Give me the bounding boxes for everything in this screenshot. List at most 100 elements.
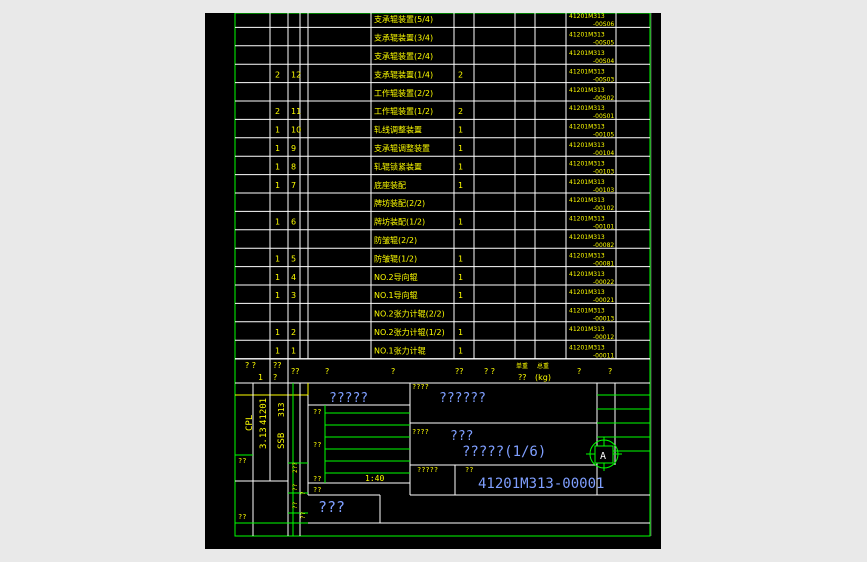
- bom-row-code-suffix: -00S05: [593, 40, 614, 47]
- title-mid-text: ???: [450, 429, 473, 444]
- ssb-label: SSB: [277, 433, 287, 449]
- bom-table: 支承辊装置(5/4) 41201M313-00S06支承辊装置(3/4) 41201…: [275, 13, 614, 359]
- bom-row-code-suffix: -00081: [593, 260, 614, 267]
- bom-row-qty2: 1: [458, 162, 463, 171]
- bom-row-code-suffix: -00021: [593, 297, 614, 304]
- revision-letter: A: [600, 451, 606, 462]
- bom-row-seq: 5: [291, 254, 296, 263]
- bom-row-qty: 1: [275, 181, 280, 190]
- project-sub-number: 313: [277, 402, 286, 417]
- cpl-label: CPL: [245, 415, 255, 431]
- bom-row-name: NO.1导向辊: [374, 290, 418, 300]
- header-col-4: ?: [325, 367, 329, 376]
- bom-row-code-suffix: -00S03: [593, 76, 614, 83]
- bom-row-code: 41201M313: [569, 308, 605, 315]
- bom-row-code: 41201M313: [569, 289, 605, 296]
- bom-row-code: 41201M313: [569, 32, 605, 39]
- bom-row-qty2: 1: [458, 126, 463, 135]
- bom-row-seq: 7: [291, 181, 296, 190]
- header-count: 1: [258, 373, 263, 382]
- header-total-weight-2: (kg): [535, 373, 551, 382]
- side-mark-1: ??: [238, 457, 246, 465]
- bom-row-qty: 1: [275, 273, 280, 282]
- bom-row-code: 41201M313: [569, 252, 605, 259]
- bom-row-name: NO.2张力计辊(1/2): [374, 327, 445, 337]
- bom-row-seq: 1: [291, 346, 296, 355]
- bom-row-name: 工作辊装置(1/2): [374, 106, 433, 116]
- header-total-weight: 总重: [537, 362, 549, 370]
- company-name: ???: [318, 498, 345, 516]
- bom-row-qty2: 1: [458, 291, 463, 300]
- header-col-7: ? ?: [484, 367, 495, 376]
- bom-row-name: 轧辊锁紧装置: [374, 161, 422, 171]
- bom-row-code-suffix: -00103: [593, 187, 614, 194]
- header-unit-weight: 单重: [516, 362, 528, 370]
- drawing-number: 41201M313-00001: [478, 476, 604, 492]
- header-mark-2: ?: [273, 373, 277, 382]
- bom-row-name: 牌坊装配(1/2): [374, 217, 425, 227]
- bom-row-code-suffix: -00101: [593, 224, 614, 231]
- sign-label-3: ??: [313, 475, 321, 483]
- bom-row-name: 支承辊装置(5/4): [374, 14, 433, 24]
- bom-row-qty: 1: [275, 144, 280, 153]
- bom-row-qty2: 2: [458, 70, 463, 79]
- bom-row-seq: 3: [291, 291, 296, 300]
- side-block: CPL 41201 313 3.13 SSB ?? ?? 2?? ?? ?? ?…: [238, 398, 307, 521]
- bom-row-code-suffix: -00022: [593, 279, 614, 286]
- bom-row-code: 41201M313: [569, 50, 605, 57]
- side-mark-2: ??: [238, 513, 246, 521]
- sign-label-2: ??: [313, 441, 321, 449]
- bom-row-code-suffix: -00105: [593, 132, 614, 139]
- bom-row-seq: 8: [291, 162, 296, 171]
- bom-row-seq: 10: [291, 126, 301, 135]
- bom-row-name: 支承辊装置(3/4): [374, 33, 433, 43]
- bom-row-name: 轧线调整装置: [374, 125, 422, 135]
- bom-row-code: 41201M313: [569, 142, 605, 149]
- bom-row-code-suffix: -00102: [593, 205, 614, 212]
- bom-row-seq: 9: [291, 144, 296, 153]
- bom-row-seq: 2: [291, 328, 296, 337]
- bom-row-qty2: 1: [458, 181, 463, 190]
- bom-row-qty2: 1: [458, 328, 463, 337]
- bom-row-qty2: 2: [458, 107, 463, 116]
- bom-row-qty2: 1: [458, 144, 463, 153]
- bom-row-code: 41201M313: [569, 326, 605, 333]
- bom-row-qty: 1: [275, 126, 280, 135]
- header-col-3: ??: [291, 367, 300, 376]
- side-small-mark-1: 2??: [292, 462, 299, 473]
- bom-row-code-suffix: -00011: [593, 352, 614, 359]
- bom-row-code-suffix: -00S02: [593, 95, 614, 102]
- bom-header: ? ? ?? 1 ? ?? ? ? ?? ? ? 单重 ?? 总重 (kg) ?…: [245, 361, 612, 382]
- bom-row-name: 防皱辊(2/2): [374, 235, 417, 245]
- bom-row-name: 牌坊装配(2/2): [374, 198, 425, 208]
- title-main: ?????: [329, 391, 368, 406]
- bom-row-qty: 1: [275, 291, 280, 300]
- side-small-mark-5: ?: [300, 491, 307, 495]
- bom-row-code: 41201M313: [569, 271, 605, 278]
- title-low-label: ?????: [417, 466, 438, 474]
- scale-label: ??: [313, 486, 321, 494]
- bom-row-name: 支承辊装置(1/4): [374, 69, 433, 79]
- header-col-10: ?: [577, 367, 581, 376]
- title-top-label: ????: [412, 383, 429, 391]
- project-version: 3.13: [259, 427, 269, 449]
- bom-row-name: 底座装配: [374, 180, 406, 190]
- assembly-drawing: 支承辊装置(5/4) 41201M313-00S06支承辊装置(3/4) 41201…: [234, 13, 652, 537]
- bom-row-qty: 1: [275, 328, 280, 337]
- title-mid-label: ????: [412, 428, 429, 436]
- project-number: 41201: [259, 398, 269, 425]
- bom-row-code: 41201M313: [569, 124, 605, 131]
- bom-row-code: 41201M313: [569, 216, 605, 223]
- bom-row-name: 工作辊装置(2/2): [374, 88, 433, 98]
- bom-row-code-suffix: -00104: [593, 150, 614, 157]
- drawing-title: ?????(1/6): [462, 444, 546, 460]
- bom-row-name: 支承辊调整装置: [374, 143, 430, 153]
- side-small-mark-3: ??: [292, 501, 299, 509]
- bom-row-code: 41201M313: [569, 179, 605, 186]
- sign-label-1: ??: [313, 408, 321, 416]
- bom-row-qty: 2: [275, 107, 280, 116]
- bom-row-qty: 2: [275, 70, 280, 79]
- bom-row-qty: 1: [275, 218, 280, 227]
- bom-row-code-suffix: -00082: [593, 242, 614, 249]
- bom-row-qty: 1: [275, 346, 280, 355]
